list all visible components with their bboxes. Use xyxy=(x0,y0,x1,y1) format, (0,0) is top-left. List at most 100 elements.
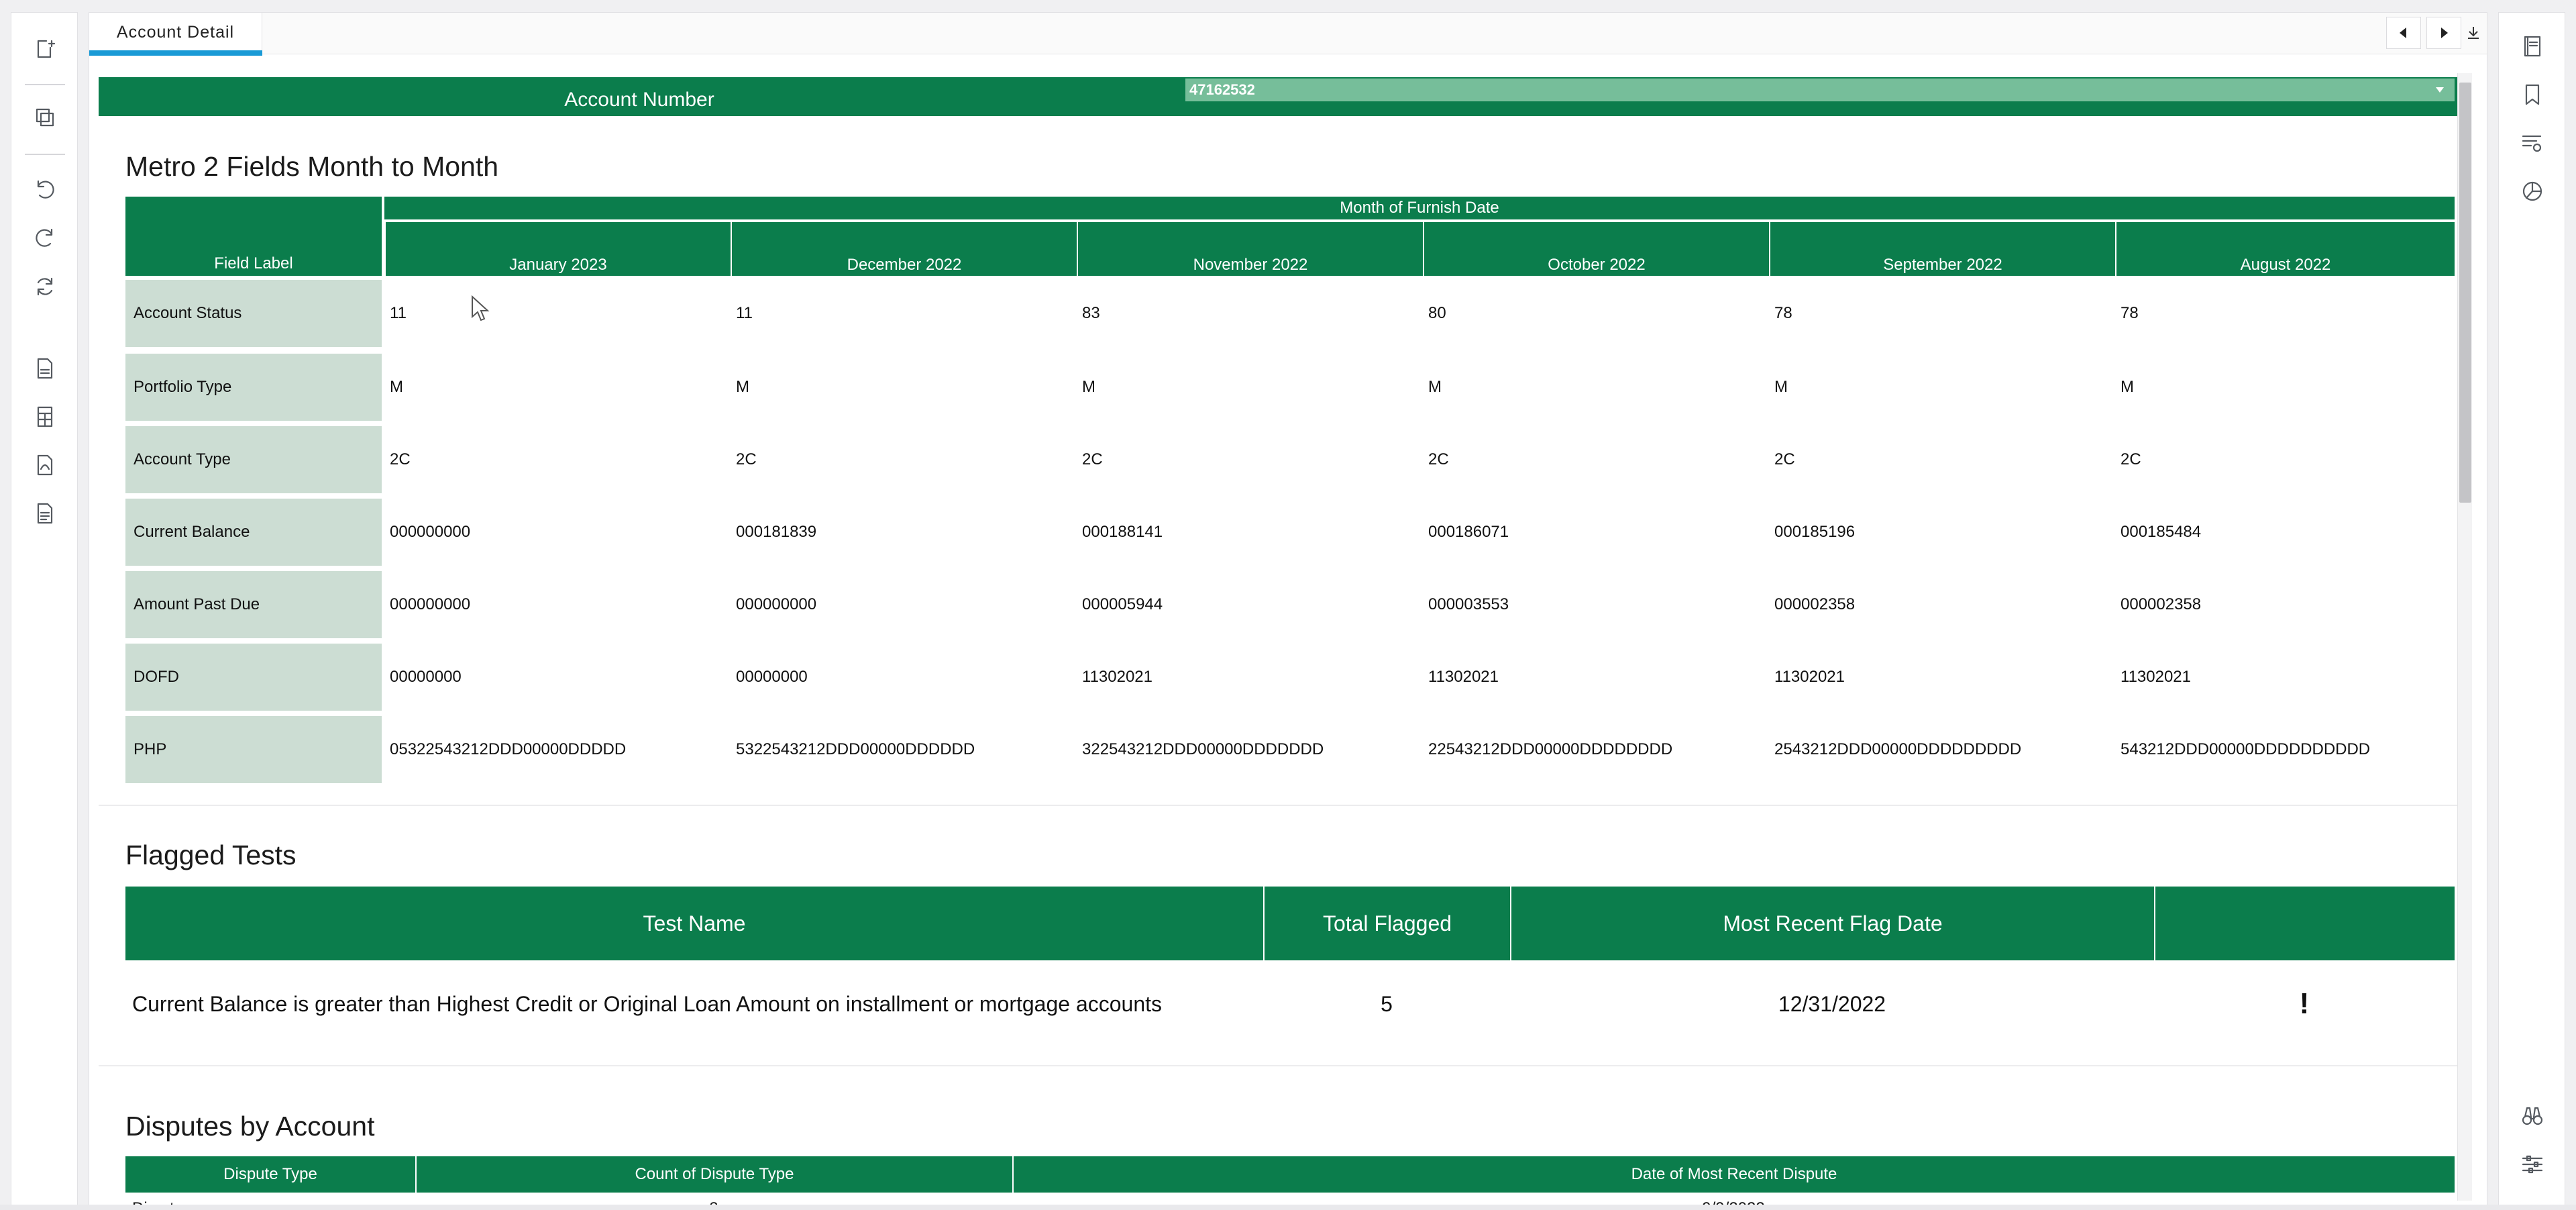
total-flagged-cell: 5 xyxy=(1381,991,1393,1016)
field-value-cell: 2C xyxy=(1774,450,1795,468)
field-value-cell: 000000000 xyxy=(390,523,471,541)
flag-date-cell: 12/31/2022 xyxy=(1778,991,1886,1016)
field-value-cell: 11302021 xyxy=(2121,668,2191,686)
section-divider xyxy=(99,1065,2457,1066)
dashboard-panel: Account Detail Account Number 47162532 M… xyxy=(89,12,2487,1206)
refresh-icon[interactable] xyxy=(32,273,58,300)
field-value-cell: 05322543212DDD00000DDDDD xyxy=(390,740,627,758)
col-date-recent-dispute[interactable]: Date of Most Recent Dispute xyxy=(1012,1156,2455,1193)
sliders-icon[interactable] xyxy=(2519,1151,2546,1178)
field-row-label: Account Status xyxy=(125,280,382,347)
vertical-scrollbar[interactable] xyxy=(2457,73,2472,1201)
new-sheet-icon[interactable] xyxy=(32,36,58,62)
field-value-cell: M xyxy=(736,378,749,396)
month-column-header[interactable]: August 2022 xyxy=(2115,222,2455,276)
pie-chart-icon[interactable] xyxy=(2519,178,2546,205)
previous-tab-button[interactable] xyxy=(2386,17,2421,49)
field-value-cell: 80 xyxy=(1428,304,1446,322)
field-value-cell: M xyxy=(2121,378,2134,396)
field-value-cell: 000185196 xyxy=(1774,523,1856,541)
field-value-cell: 000002358 xyxy=(2121,595,2202,613)
download-button[interactable] xyxy=(2456,17,2487,49)
field-value-cell: 2C xyxy=(390,450,411,468)
field-value-cell: 78 xyxy=(1774,304,1792,322)
export-csv-icon[interactable] xyxy=(32,355,58,382)
field-value-cell: 000000000 xyxy=(390,595,471,613)
account-filter-bar: Account Number 47162532 xyxy=(99,77,2457,116)
left-toolbar xyxy=(11,12,78,1206)
col-flag[interactable] xyxy=(2154,887,2455,960)
tab-account-detail[interactable]: Account Detail xyxy=(89,13,262,52)
field-row-label: Portfolio Type xyxy=(125,354,382,421)
redo-icon[interactable] xyxy=(32,225,58,252)
month-column-header[interactable]: November 2022 xyxy=(1077,222,1423,276)
field-value-cell: M xyxy=(1774,378,1788,396)
field-value-cell: 22543212DDD00000DDDDDDDD xyxy=(1428,740,1673,758)
account-number-label: Account Number xyxy=(564,89,714,111)
bookmark-icon[interactable] xyxy=(2519,81,2546,108)
flag-alert-icon: ! xyxy=(2299,987,2310,1020)
field-value-cell: M xyxy=(1082,378,1095,396)
field-value-cell: 11 xyxy=(390,304,407,322)
field-value-cell: 78 xyxy=(2121,304,2139,322)
field-row-label: Amount Past Due xyxy=(125,571,382,638)
field-value-cell: M xyxy=(390,378,403,396)
field-row-label: PHP xyxy=(125,716,382,783)
month-column-header[interactable]: September 2022 xyxy=(1769,222,2115,276)
month-column-header[interactable]: January 2023 xyxy=(384,222,731,276)
field-value-cell: 5322543212DDD00000DDDDDD xyxy=(736,740,975,758)
field-value-cell: 000188141 xyxy=(1082,523,1163,541)
field-value-cell: 000000000 xyxy=(736,595,817,613)
field-value-cell: 000185484 xyxy=(2121,523,2202,541)
binoculars-icon[interactable] xyxy=(2519,1103,2546,1129)
field-value-cell: M xyxy=(1428,378,1442,396)
field-value-cell: 11302021 xyxy=(1428,668,1499,686)
field-value-cell: 11302021 xyxy=(1774,668,1845,686)
section-divider xyxy=(99,805,2457,806)
dropdown-caret-icon xyxy=(2436,87,2444,93)
month-group-header: Month of Furnish Date xyxy=(384,197,2455,221)
caret-left-icon xyxy=(2400,28,2406,38)
caret-right-icon xyxy=(2441,28,2448,38)
field-value-cell: 000181839 xyxy=(736,523,817,541)
right-toolbar xyxy=(2498,12,2565,1206)
disputes-section-title: Disputes by Account xyxy=(125,1111,375,1142)
active-tab-indicator xyxy=(89,50,262,56)
col-count-dispute-type[interactable]: Count of Dispute Type xyxy=(415,1156,1012,1193)
book-icon[interactable] xyxy=(2519,33,2546,60)
account-number-dropdown[interactable]: 47162532 xyxy=(1185,79,2455,101)
field-value-cell: 000002358 xyxy=(1774,595,1856,613)
col-test-name[interactable]: Test Name xyxy=(125,887,1263,960)
export-excel-icon[interactable] xyxy=(32,403,58,430)
tab-bar: Account Detail xyxy=(89,13,2487,56)
field-value-cell: 00000000 xyxy=(390,668,462,686)
mouse-pointer-icon xyxy=(472,295,490,321)
col-dispute-type[interactable]: Dispute Type xyxy=(125,1156,415,1193)
field-label-header: Field Label xyxy=(125,197,382,276)
field-value-cell: 543212DDD00000DDDDDDDDDD xyxy=(2121,740,2371,758)
duplicate-icon[interactable] xyxy=(32,104,58,131)
export-text-icon[interactable] xyxy=(32,500,58,527)
field-value-cell: 322543212DDD00000DDDDDDD xyxy=(1082,740,1324,758)
field-value-cell: 2C xyxy=(1428,450,1449,468)
field-value-cell: 2C xyxy=(736,450,757,468)
flagged-section-title: Flagged Tests xyxy=(125,840,297,870)
field-value-cell: 00000000 xyxy=(736,668,808,686)
field-value-cell: 2C xyxy=(2121,450,2141,468)
scrollbar-thumb[interactable] xyxy=(2459,83,2471,503)
field-value-cell: 000003553 xyxy=(1428,595,1509,613)
download-icon xyxy=(2468,27,2479,39)
export-pdf-icon[interactable] xyxy=(32,452,58,478)
undo-icon[interactable] xyxy=(32,177,58,203)
col-most-recent-flag-date[interactable]: Most Recent Flag Date xyxy=(1510,887,2154,960)
month-column-header[interactable]: October 2022 xyxy=(1423,222,1769,276)
col-total-flagged[interactable]: Total Flagged xyxy=(1263,887,1510,960)
field-value-cell: 000005944 xyxy=(1082,595,1163,613)
field-row-label: DOFD xyxy=(125,644,382,711)
filter-settings-icon[interactable] xyxy=(2519,130,2546,156)
horizontal-scrollbar[interactable] xyxy=(0,1205,2576,1210)
test-name-cell[interactable]: Current Balance is greater than Highest … xyxy=(132,974,1259,1034)
month-column-header[interactable]: December 2022 xyxy=(731,222,1077,276)
field-row-label: Current Balance xyxy=(125,499,382,566)
field-value-cell: 11 xyxy=(736,304,753,322)
